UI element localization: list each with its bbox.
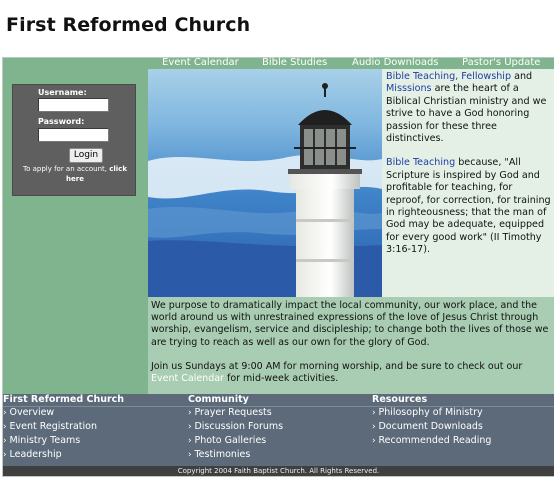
site-title: First Reformed Church: [6, 14, 251, 36]
intro-paragraph-1: Bible Teaching, Fellowship and Misssions…: [386, 71, 551, 145]
apply-note: To apply for an account, click here: [17, 164, 133, 184]
footer-link-leadership[interactable]: Leadership: [3, 448, 124, 462]
intro-and: and: [511, 71, 533, 82]
footer-col-resources: Resources Philosophy of Ministry Documen…: [372, 394, 491, 448]
footer-col-community: Community Prayer Requests Discussion For…: [188, 394, 283, 462]
footer-link-photo-galleries[interactable]: Photo Galleries: [188, 434, 283, 448]
mission-statement: We purpose to dramatically impact the lo…: [148, 297, 554, 394]
footer-link-prayer-requests[interactable]: Prayer Requests: [188, 406, 283, 420]
copyright: Copyright 2004 Faith Baptist Church. All…: [3, 466, 554, 476]
footer-link-testimonies[interactable]: Testimonies: [188, 448, 283, 462]
footer-link-recommended-reading[interactable]: Recommended Reading: [372, 434, 491, 448]
apply-text: To apply for an account,: [23, 165, 107, 173]
mission-paragraph: We purpose to dramatically impact the lo…: [151, 300, 549, 348]
login-button[interactable]: Login: [69, 148, 103, 163]
username-label: Username:: [38, 88, 87, 97]
bible-teaching-fellowship-link[interactable]: Bible Teaching, Fellowship: [386, 71, 511, 82]
worship-text-b: for mid-week activities.: [223, 373, 339, 385]
footer-link-document-downloads[interactable]: Document Downloads: [372, 420, 491, 434]
worship-text-a: Join us Sundays at 9:00 AM for morning w…: [151, 360, 523, 372]
intro-text: Bible Teaching, Fellowship and Misssions…: [382, 69, 554, 297]
password-label: Password:: [38, 117, 85, 126]
footer-heading-community: Community: [188, 394, 249, 405]
intro-paragraph-2: Bible Teaching because, "All Scripture i…: [386, 157, 551, 256]
footer-link-event-registration[interactable]: Event Registration: [3, 420, 124, 434]
footer-links: First Reformed Church Overview Event Reg…: [3, 394, 554, 466]
nav-bible-studies[interactable]: Bible Studies: [262, 57, 327, 68]
footer-link-overview[interactable]: Overview: [3, 406, 124, 420]
bible-teaching-link[interactable]: Bible Teaching: [386, 157, 455, 168]
lighthouse-photo: [148, 69, 382, 297]
footer-heading-resources: Resources: [372, 394, 428, 405]
missions-link[interactable]: Misssions: [386, 83, 432, 94]
nav-pastors-update[interactable]: Pastor's Update: [462, 57, 540, 68]
nav-audio-downloads[interactable]: Audio Downloads: [352, 57, 439, 68]
footer-link-philosophy[interactable]: Philosophy of Ministry: [372, 406, 491, 420]
footer-col-church: First Reformed Church Overview Event Reg…: [3, 394, 124, 462]
footer-link-discussion-forums[interactable]: Discussion Forums: [188, 420, 283, 434]
footer-heading-church: First Reformed Church: [3, 394, 125, 405]
password-input[interactable]: [38, 128, 109, 142]
worship-paragraph: Join us Sundays at 9:00 AM for morning w…: [151, 361, 551, 385]
event-calendar-link[interactable]: Event Calendar: [151, 373, 224, 384]
nav-event-calendar[interactable]: Event Calendar: [162, 57, 239, 68]
login-panel: Username: Password: Login To apply for a…: [12, 84, 136, 196]
username-input[interactable]: [38, 98, 109, 112]
footer-link-ministry-teams[interactable]: Ministry Teams: [3, 434, 124, 448]
intro-paragraph-2-text: because, "All Scripture is inspired by G…: [386, 157, 551, 256]
top-nav: Event Calendar Bible Studies Audio Downl…: [148, 57, 554, 69]
